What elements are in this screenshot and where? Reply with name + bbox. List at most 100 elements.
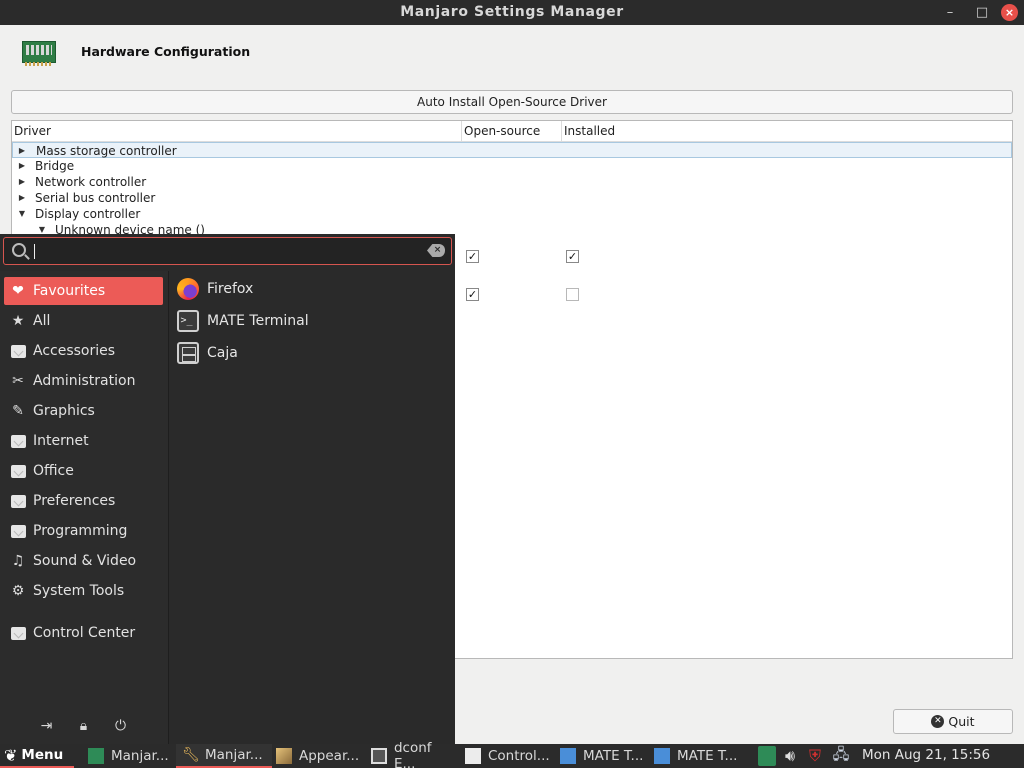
category-label: Sound & Video	[33, 553, 137, 569]
manjaro-update-icon[interactable]	[758, 746, 776, 766]
taskbar-item[interactable]: dconf E...	[365, 740, 457, 768]
category-programming[interactable]: Programming	[4, 517, 163, 545]
expand-arrow-icon[interactable]: ▶	[17, 158, 27, 174]
open-source-checkbox[interactable]: ✓	[466, 250, 479, 263]
minimize-button[interactable]: –	[940, 2, 960, 22]
tree-row[interactable]: ▶ Serial bus controller	[12, 190, 1012, 206]
close-button[interactable]: ×	[1001, 4, 1018, 21]
category-graphics[interactable]: ✎ Graphics	[4, 397, 163, 425]
category-label: System Tools	[33, 583, 125, 599]
palette-icon: ✎	[12, 403, 24, 419]
taskbar-item-label: dconf E...	[393, 740, 432, 768]
category-sound-video[interactable]: ♫ Sound & Video	[4, 547, 163, 575]
folder-icon	[9, 432, 27, 450]
category-label: Programming	[33, 523, 128, 539]
category-preferences[interactable]: Preferences	[4, 487, 163, 515]
category-label: Control Center	[33, 625, 136, 641]
collapse-arrow-icon[interactable]: ▼	[17, 206, 27, 222]
taskbar-item-label: MATE T...	[677, 748, 738, 764]
maximize-button[interactable]: □	[972, 2, 992, 22]
expand-arrow-icon[interactable]: ▶	[17, 174, 27, 190]
category-label: Administration	[33, 373, 136, 389]
page-title: Hardware Configuration	[81, 44, 251, 59]
installed-checkbox[interactable]: ✓	[566, 250, 579, 263]
app-label: MATE Terminal	[207, 313, 309, 329]
taskbar-item-label: Appear...	[299, 748, 360, 764]
tree-header: Driver Open-source Installed	[12, 121, 1012, 142]
tree-row-label: Serial bus controller	[35, 191, 156, 205]
taskbar-item[interactable]: MATE T...	[648, 744, 744, 768]
folder-icon	[9, 492, 27, 510]
terminal-icon	[654, 748, 670, 764]
app-mate-terminal[interactable]: >_ MATE Terminal	[176, 308, 309, 334]
logout-icon[interactable]: ⇥	[38, 717, 55, 734]
taskbar-item-label: MATE T...	[583, 748, 644, 764]
installed-checkbox[interactable]	[566, 288, 579, 301]
column-header-driver[interactable]: Driver	[14, 124, 51, 138]
category-system-tools[interactable]: ⚙ System Tools	[4, 577, 163, 605]
window-titlebar[interactable]: Manjaro Settings Manager – □ ×	[0, 0, 1024, 25]
tree-row[interactable]: ▼ Display controller	[12, 206, 1012, 222]
column-header-installed[interactable]: Installed	[564, 124, 615, 138]
taskbar-item[interactable]: Manjar...	[82, 744, 174, 768]
category-label: Graphics	[33, 403, 95, 419]
menu-button[interactable]: ❦ Menu	[0, 744, 74, 768]
text-cursor	[34, 244, 35, 259]
dconf-icon	[371, 748, 387, 764]
media-icon: ♫	[11, 553, 25, 569]
tree-row-label: Display controller	[35, 207, 141, 221]
lock-icon[interactable]: 🔒︎	[75, 717, 92, 734]
app-label: Caja	[207, 345, 238, 361]
category-label: Internet	[33, 433, 89, 449]
folder-icon	[9, 462, 27, 480]
folder-icon	[9, 342, 27, 360]
application-menu: × ❤ Favourites ★ All Accessories ✂ Admin…	[0, 234, 455, 744]
menu-search-input[interactable]	[32, 241, 412, 261]
menu-search-box[interactable]: ×	[3, 237, 452, 265]
column-header-open-source[interactable]: Open-source	[464, 124, 540, 138]
category-all[interactable]: ★ All	[4, 307, 163, 335]
tree-row-label: Bridge	[35, 159, 75, 173]
app-caja[interactable]: Caja	[176, 340, 238, 366]
network-icon[interactable]: 🖧︎	[830, 745, 852, 766]
taskbar-item[interactable]: Control...	[459, 744, 553, 768]
category-office[interactable]: Office	[4, 457, 163, 485]
auto-install-button[interactable]: Auto Install Open-Source Driver	[11, 90, 1013, 114]
search-icon	[12, 243, 26, 257]
open-source-checkbox[interactable]: ✓	[466, 288, 479, 301]
quit-button[interactable]: ✕ Quit	[893, 709, 1013, 734]
category-label: Office	[33, 463, 74, 479]
taskbar-item[interactable]: MATE T...	[554, 744, 646, 768]
clock[interactable]: Mon Aug 21, 15:56	[862, 747, 990, 763]
tree-row[interactable]: ▶ Bridge	[12, 158, 1012, 174]
taskbar-item[interactable]: Appear...	[270, 744, 364, 768]
column-divider	[561, 121, 562, 142]
category-label: Accessories	[33, 343, 116, 359]
expand-arrow-icon[interactable]: ▶	[17, 143, 27, 159]
menu-logo-icon: ❦	[4, 745, 18, 765]
taskbar-item[interactable]: 🔧︎ Manjar...	[176, 744, 272, 768]
app-firefox[interactable]: Firefox	[176, 276, 253, 302]
quit-label: Quit	[948, 714, 975, 729]
window-title: Manjaro Settings Manager	[400, 4, 624, 20]
category-control-center[interactable]: Control Center	[4, 619, 163, 647]
category-accessories[interactable]: Accessories	[4, 337, 163, 365]
expand-arrow-icon[interactable]: ▶	[17, 190, 27, 206]
gear-icon: ⚙	[11, 583, 25, 599]
category-administration[interactable]: ✂ Administration	[4, 367, 163, 395]
category-favourites[interactable]: ❤ Favourites	[4, 277, 163, 305]
tree-row[interactable]: ▶ Network controller	[12, 174, 1012, 190]
manjaro-icon	[88, 748, 104, 764]
heart-icon: ❤	[12, 283, 24, 299]
security-shield-icon[interactable]: ⛨	[805, 746, 825, 766]
volume-icon[interactable]: 🔊︎	[779, 746, 801, 766]
clear-search-icon[interactable]: ×	[427, 244, 445, 257]
taskbar-item-label: Control...	[488, 748, 550, 764]
category-internet[interactable]: Internet	[4, 427, 163, 455]
column-divider	[461, 121, 462, 142]
taskbar: ❦ Menu Manjar... 🔧︎ Manjar... Appear... …	[0, 740, 1024, 768]
tools-icon: ✂	[12, 373, 24, 389]
app-label: Firefox	[207, 281, 254, 297]
power-icon[interactable]: ⏻	[112, 717, 129, 734]
tree-row[interactable]: ▶ Mass storage controller	[12, 142, 1012, 158]
